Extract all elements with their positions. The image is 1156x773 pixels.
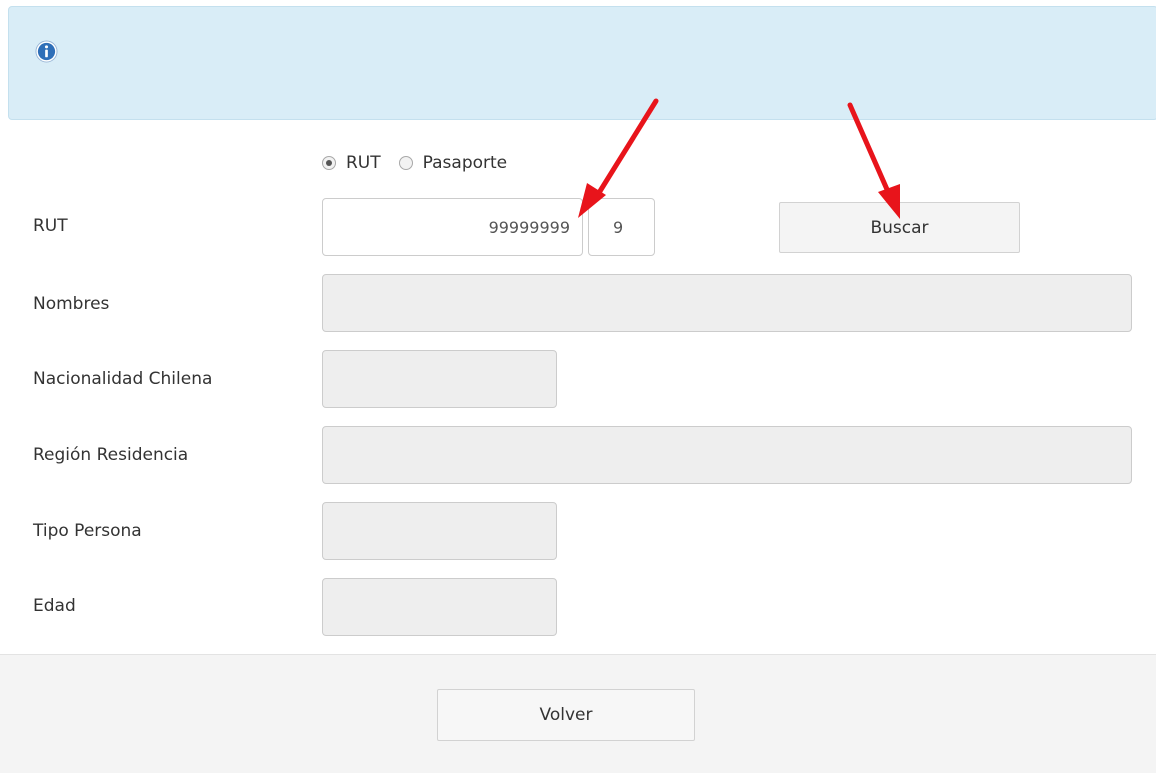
nacionalidad-label: Nacionalidad Chilena [33,369,213,389]
nombres-label: Nombres [33,294,110,314]
region-label: Región Residencia [33,445,189,465]
tipo-persona-field[interactable] [322,502,557,560]
info-alert [8,6,1156,120]
radio-pasaporte-indicator[interactable] [398,156,413,170]
radio-pasaporte[interactable]: Pasaporte [398,153,508,173]
footer-bar: Volver [0,654,1156,773]
page: RUT Pasaporte RUT Buscar Nombres Naciona… [0,0,1156,773]
search-type-radio-group: RUT Pasaporte [322,150,525,176]
radio-rut-indicator[interactable] [322,156,336,170]
back-button[interactable]: Volver [437,689,695,741]
rut-dv-input[interactable] [588,198,655,256]
radio-pasaporte-label: Pasaporte [422,153,508,173]
nombres-field[interactable] [322,274,1132,332]
rut-number-input[interactable] [322,198,583,256]
region-field[interactable] [322,426,1132,484]
search-button[interactable]: Buscar [779,202,1020,253]
edad-label: Edad [33,596,76,616]
rut-label: RUT [33,216,68,236]
radio-rut[interactable]: RUT [322,153,381,173]
radio-rut-label: RUT [346,153,381,173]
info-circle-icon [35,40,58,63]
nacionalidad-field[interactable] [322,350,557,408]
edad-field[interactable] [322,578,557,636]
tipo-persona-label: Tipo Persona [33,521,142,541]
